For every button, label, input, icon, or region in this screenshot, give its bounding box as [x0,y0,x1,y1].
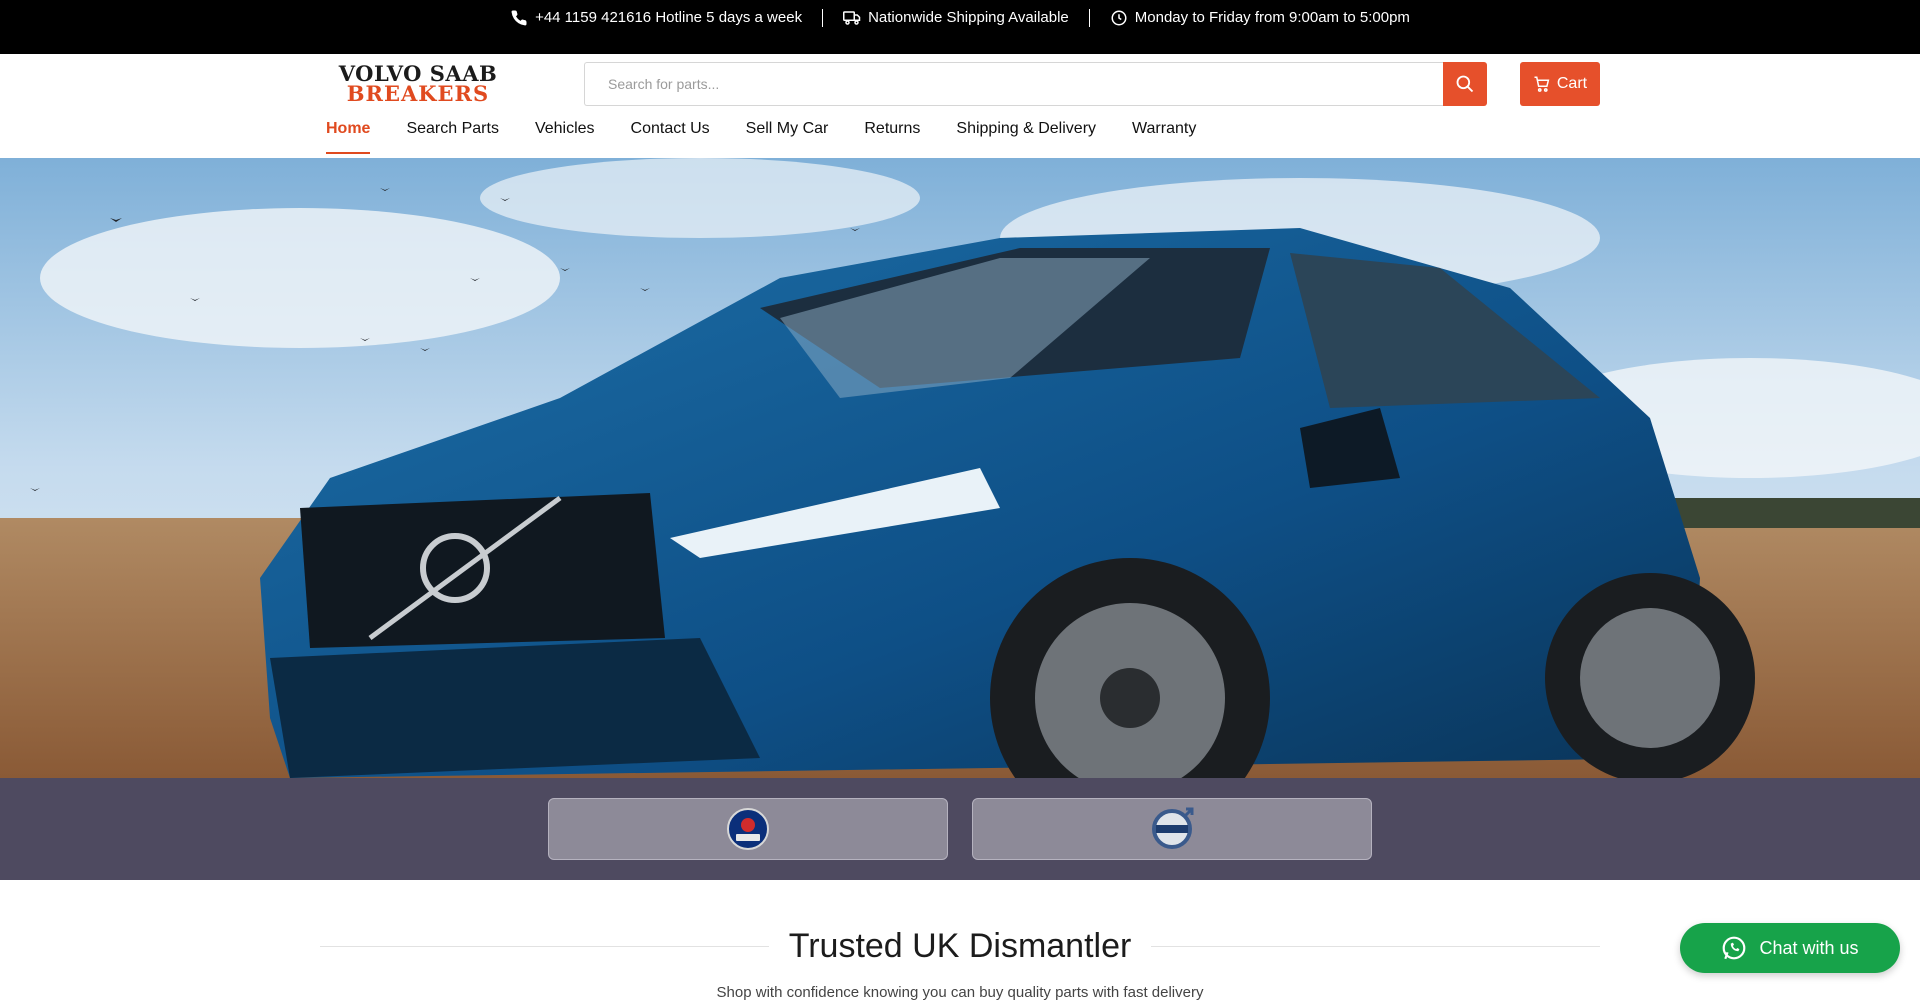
cart-icon [1534,76,1550,92]
section-heading: Trusted UK Dismantler [320,926,1601,966]
heading-line-left [320,945,769,947]
nav-item-shipping-delivery[interactable]: Shipping & Delivery [956,118,1096,158]
intro-section: Trusted UK Dismantler Shop with confiden… [0,880,1920,1001]
phone-text: +44 1159 421616 Hotline 5 days a week [535,9,803,26]
search-icon [1456,75,1474,93]
chat-label: Chat with us [1759,937,1859,958]
search-bar [584,62,1487,106]
main-nav: Home Search Parts Vehicles Contact Us Se… [326,118,1196,158]
heading-line-right [1151,945,1601,947]
hours-text: Monday to Friday from 9:00am to 5:00pm [1134,9,1410,26]
cart-label: Cart [1556,75,1588,92]
search-input[interactable] [584,62,1443,106]
saab-logo-icon [727,808,769,850]
divider [822,8,824,27]
brand-card-volvo[interactable] [972,798,1372,860]
nav-item-contact-us[interactable]: Contact Us [631,118,710,158]
top-info-bar: +44 1159 421616 Hotline 5 days a week Na… [0,0,1920,54]
nav-item-home[interactable]: Home [326,118,371,158]
truck-icon [843,10,861,25]
nav-item-sell-my-car[interactable]: Sell My Car [746,118,829,158]
logo-line-2: BREAKERS [346,81,490,106]
shipping-text: Nationwide Shipping Available [868,9,1069,26]
shipping-info: Nationwide Shipping Available [843,9,1069,27]
hours-info: Monday to Friday from 9:00am to 5:00pm [1110,9,1410,27]
phone-icon [511,9,527,25]
site-logo[interactable]: VOLVO SAAB BREAKERS [326,63,510,106]
chat-button[interactable]: Chat with us [1680,923,1900,973]
cart-button[interactable]: Cart [1520,62,1600,106]
site-header: VOLVO SAAB BREAKERS Cart Home Search Par… [0,54,1920,158]
divider [1088,8,1090,27]
search-button[interactable] [1443,62,1487,106]
nav-item-warranty[interactable]: Warranty [1132,118,1196,158]
brand-selector [0,778,1920,880]
whatsapp-icon [1723,936,1746,960]
hero-car-image [0,158,1920,778]
section-title: Trusted UK Dismantler [788,926,1132,965]
volvo-logo-icon [1152,807,1194,849]
clock-icon [1111,10,1127,25]
nav-item-search-parts[interactable]: Search Parts [406,118,498,158]
nav-item-returns[interactable]: Returns [864,118,920,158]
nav-item-vehicles[interactable]: Vehicles [535,118,595,158]
brand-card-saab[interactable] [548,798,948,860]
phone-info[interactable]: +44 1159 421616 Hotline 5 days a week [510,9,802,27]
hero-banner [0,158,1920,778]
